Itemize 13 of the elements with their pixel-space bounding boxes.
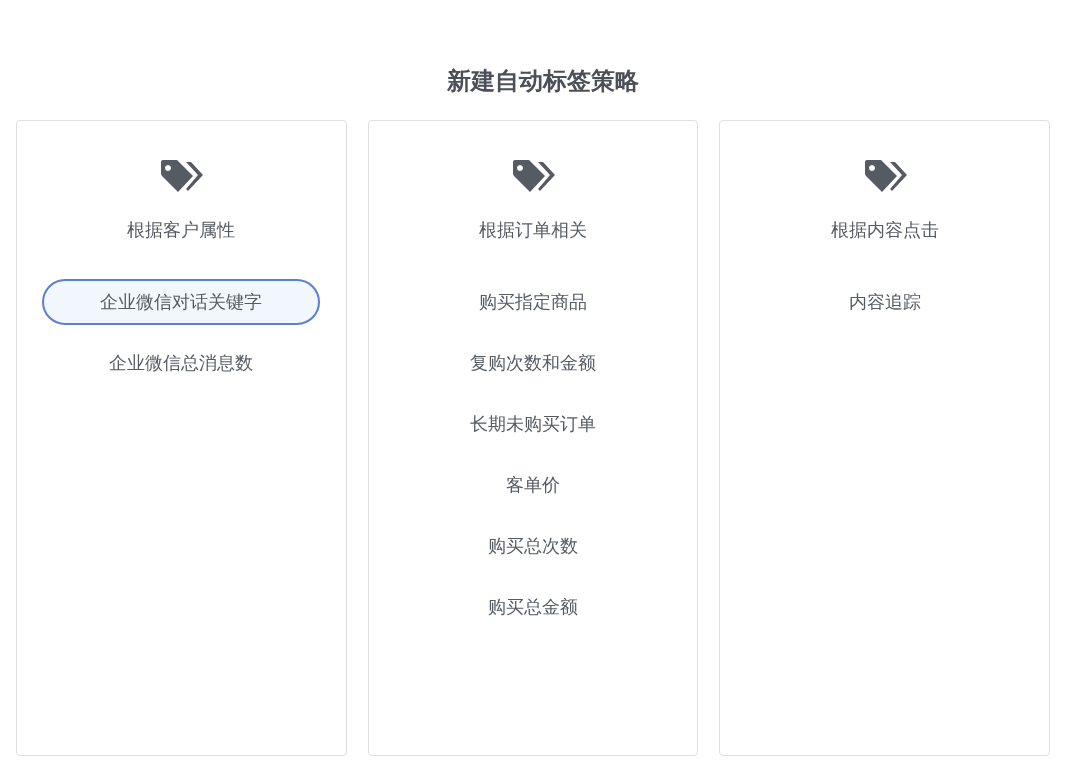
category-label: 根据订单相关 [479,219,587,242]
strategy-option[interactable]: 内容追踪 [745,279,1024,325]
strategy-option[interactable]: 购买总次数 [394,523,672,569]
category-label: 根据客户属性 [127,219,236,242]
category-label: 根据内容点击 [830,219,939,242]
strategy-option[interactable]: 长期未购买订单 [394,401,672,447]
strategy-option[interactable]: 复购次数和金额 [394,340,672,386]
strategy-option[interactable]: 企业微信对话关键字 [42,279,321,325]
dialog-title: 新建自动标签策略 [447,66,639,96]
strategy-option[interactable]: 企业微信总消息数 [42,340,321,386]
strategy-option[interactable]: 购买指定商品 [394,279,672,325]
strategy-option[interactable]: 客单价 [394,462,672,508]
strategy-option[interactable]: 购买总金额 [394,584,672,630]
